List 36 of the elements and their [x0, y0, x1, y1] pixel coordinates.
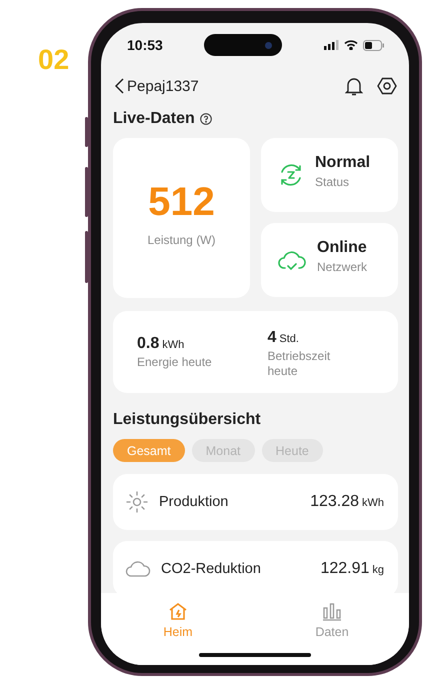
filter-chip[interactable]: Gesamt	[113, 439, 185, 462]
status-time: 10:53	[127, 37, 163, 53]
section-title: Live-Daten	[113, 110, 195, 128]
summary-unit: kWh	[162, 338, 184, 350]
stat-unit: kWh	[362, 497, 384, 509]
summary-value: 0.8	[137, 334, 160, 352]
summary-label: Betriebszeit heute	[268, 349, 332, 379]
tab[interactable]: Daten	[287, 601, 377, 640]
back-icon[interactable]	[115, 78, 124, 94]
bar-chart-icon	[322, 602, 342, 621]
step-number: 02	[38, 44, 70, 75]
signal-icon	[324, 40, 339, 50]
stat-value: 122.91	[320, 560, 370, 578]
section-title: Leistungsübersicht	[113, 411, 261, 429]
device-name: Pepaj1337	[127, 78, 200, 94]
status-value: Online	[317, 239, 368, 257]
power-value: 512	[148, 180, 215, 225]
battery-icon	[363, 40, 385, 50]
stat-label: Produktion	[159, 494, 230, 510]
settings-icon[interactable]	[377, 77, 397, 95]
summary-value: 4	[268, 329, 276, 347]
summary-label: Energie heute	[137, 354, 213, 370]
status-label: Status	[315, 175, 350, 190]
sun-icon	[125, 490, 149, 514]
help-icon[interactable]	[200, 113, 212, 125]
stat-value: 123.28	[310, 493, 359, 511]
bell-icon[interactable]	[345, 76, 363, 96]
status-value: Normal	[315, 154, 370, 172]
home-icon	[168, 602, 188, 621]
tab[interactable]: Heim	[133, 601, 223, 640]
status-label: Netzwerk	[317, 260, 368, 275]
power-label: Leistung (W)	[147, 233, 216, 248]
stat-label: CO2-Reduktion	[161, 561, 262, 577]
summary-unit: Std.	[279, 333, 299, 345]
wifi-icon	[344, 40, 358, 50]
stat-unit: kg	[372, 564, 384, 576]
